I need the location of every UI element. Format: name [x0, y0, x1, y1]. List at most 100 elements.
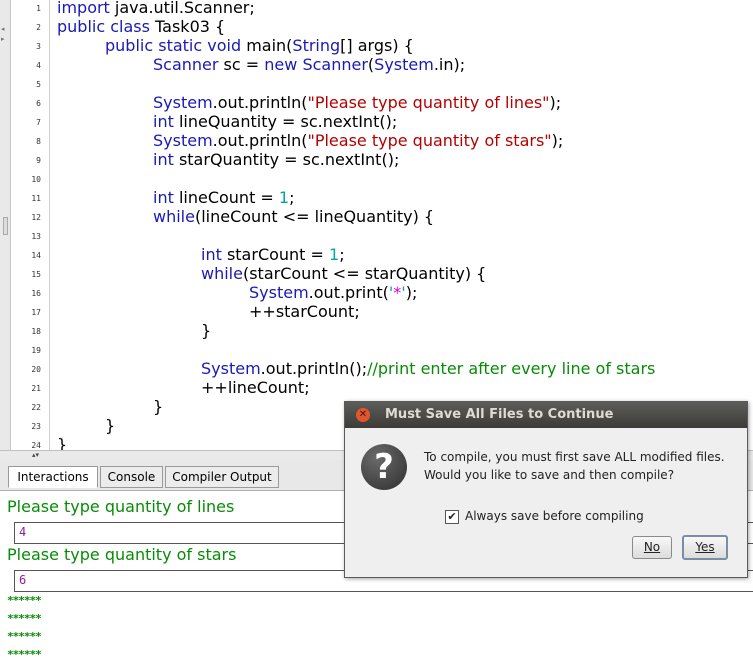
code-keyword: int — [153, 188, 174, 207]
line-number: 19 — [31, 346, 41, 355]
code-keyword: while — [153, 207, 195, 226]
line-number: 5 — [36, 80, 41, 89]
code-line: int starCount = 1; — [201, 245, 345, 264]
star-output-line: ****** — [7, 594, 42, 607]
dialog-message-line1: To compile, you must first save ALL modi… — [424, 450, 725, 464]
output-prompt-stars: Please type quantity of stars — [7, 545, 237, 564]
dialog-titlebar[interactable]: ✕ Must Save All Files to Continue — [345, 402, 747, 428]
code-text: .out.print( — [308, 283, 389, 302]
star-output-line: ****** — [7, 648, 42, 661]
code-line: while(lineCount <= lineQuantity) { — [153, 207, 434, 226]
code-keyword: System — [153, 93, 213, 112]
code-line: System.out.println("Please type quantity… — [153, 131, 563, 150]
collapse-left-icon[interactable]: ◂ — [1, 26, 5, 33]
code-line: int lineCount = 1; — [153, 188, 295, 207]
code-text: .out.println(); — [260, 359, 368, 378]
save-files-dialog: ✕ Must Save All Files to Continue ? To c… — [344, 401, 748, 578]
line-number: 2 — [36, 23, 41, 32]
always-save-label[interactable]: Always save before compiling — [465, 509, 644, 523]
star-output-line: ****** — [7, 630, 42, 643]
code-string: "Please type quantity of stars" — [307, 131, 552, 150]
line-number: 9 — [36, 156, 41, 165]
code-keyword: System — [153, 131, 213, 150]
code-line: Scanner sc = new Scanner(System.in); — [153, 55, 465, 74]
code-line: System.out.println("Please type quantity… — [153, 93, 561, 112]
code-text: .out.println( — [212, 131, 308, 150]
line-number: 23 — [31, 422, 41, 431]
code-comment: //print enter after every line of stars — [367, 359, 656, 378]
code-text: .in); — [433, 55, 466, 74]
code-keyword: Scanner — [302, 55, 368, 74]
code-text: ); — [405, 283, 418, 302]
code-keyword: int — [153, 150, 174, 169]
code-text: sc = — [218, 55, 265, 74]
code-text: main( — [241, 36, 293, 55]
tab-interactions[interactable]: Interactions — [8, 466, 98, 488]
code-keyword: System — [201, 359, 261, 378]
line-number: 6 — [36, 99, 41, 108]
line-number: 10 — [31, 175, 41, 184]
always-save-checkbox[interactable]: ✔ — [445, 510, 459, 524]
question-icon: ? — [361, 444, 407, 490]
code-text: ; — [339, 245, 345, 264]
code-string: "Please type quantity of lines" — [307, 93, 550, 112]
line-number: 7 — [36, 118, 41, 127]
line-number: 20 — [31, 365, 41, 374]
close-icon[interactable]: ✕ — [356, 408, 370, 422]
code-line: ++starCount; — [249, 302, 360, 321]
output-prompt-lines: Please type quantity of lines — [7, 497, 235, 516]
code-keyword: System — [374, 55, 434, 74]
line-number: 1 — [36, 4, 41, 13]
tab-console[interactable]: Console — [100, 466, 163, 488]
code-keyword: System — [249, 283, 309, 302]
code-editor[interactable]: ◂ ▸ 1 2 3 4 5 6 7 8 9 10 11 12 13 14 15 … — [0, 0, 753, 450]
code-text: lineQuantity = sc.nextInt(); — [173, 112, 398, 131]
code-line: while(starCount <= starQuantity) { — [201, 264, 486, 283]
code-text: starQuantity = sc.nextInt(); — [173, 150, 400, 169]
code-keyword: import — [57, 0, 110, 17]
yes-button[interactable]: Yes — [682, 535, 728, 560]
code-text: lineCount = — [173, 188, 279, 207]
tab-compiler-output[interactable]: Compiler Output — [165, 466, 279, 488]
no-button[interactable]: No — [632, 536, 672, 559]
dialog-message-line2: Would you like to save and then compile? — [424, 468, 675, 482]
code-line: System.out.print('*'); — [249, 283, 417, 302]
line-number: 4 — [36, 61, 41, 70]
code-keyword: public class — [57, 17, 150, 36]
code-text: [] args) { — [340, 36, 414, 55]
code-line: ++lineCount; — [201, 378, 310, 397]
code-text: Task03 { — [149, 17, 226, 36]
code-line: } — [201, 321, 212, 340]
dialog-title: Must Save All Files to Continue — [385, 407, 614, 422]
line-number: 12 — [31, 213, 41, 222]
code-line: int starQuantity = sc.nextInt(); — [153, 150, 399, 169]
line-number: 18 — [31, 327, 41, 336]
line-number: 11 — [31, 194, 41, 203]
code-keyword: int — [153, 112, 174, 131]
code-line: public class Task03 { — [57, 17, 225, 36]
code-keyword: int — [201, 245, 222, 264]
code-text: ); — [549, 93, 562, 112]
editor-left-strip: ◂ ▸ — [0, 0, 11, 450]
code-line: int lineQuantity = sc.nextInt(); — [153, 112, 397, 131]
code-area[interactable]: import java.util.Scanner; public class T… — [57, 0, 753, 450]
code-keyword: new — [264, 55, 298, 74]
code-line: } — [57, 435, 68, 450]
line-number: 15 — [31, 270, 41, 279]
line-number: 14 — [31, 251, 41, 260]
code-text: java.util.Scanner; — [109, 0, 255, 17]
code-text: ; — [289, 188, 295, 207]
code-number: 1 — [329, 245, 340, 264]
line-number: 3 — [36, 42, 41, 51]
line-number: 8 — [36, 137, 41, 146]
code-keyword: while — [201, 264, 243, 283]
line-number-gutter: 1 2 3 4 5 6 7 8 9 10 11 12 13 14 15 16 1… — [11, 0, 50, 450]
splitter-arrows-icon[interactable]: ▴▾ — [32, 452, 39, 459]
line-number: 16 — [31, 289, 41, 298]
expand-right-icon[interactable]: ▸ — [1, 36, 5, 43]
star-output-line: ****** — [7, 612, 42, 625]
line-number: 21 — [31, 384, 41, 393]
code-keyword: String — [292, 36, 341, 55]
strip-drag-handle[interactable] — [3, 217, 8, 235]
line-number: 22 — [31, 403, 41, 412]
